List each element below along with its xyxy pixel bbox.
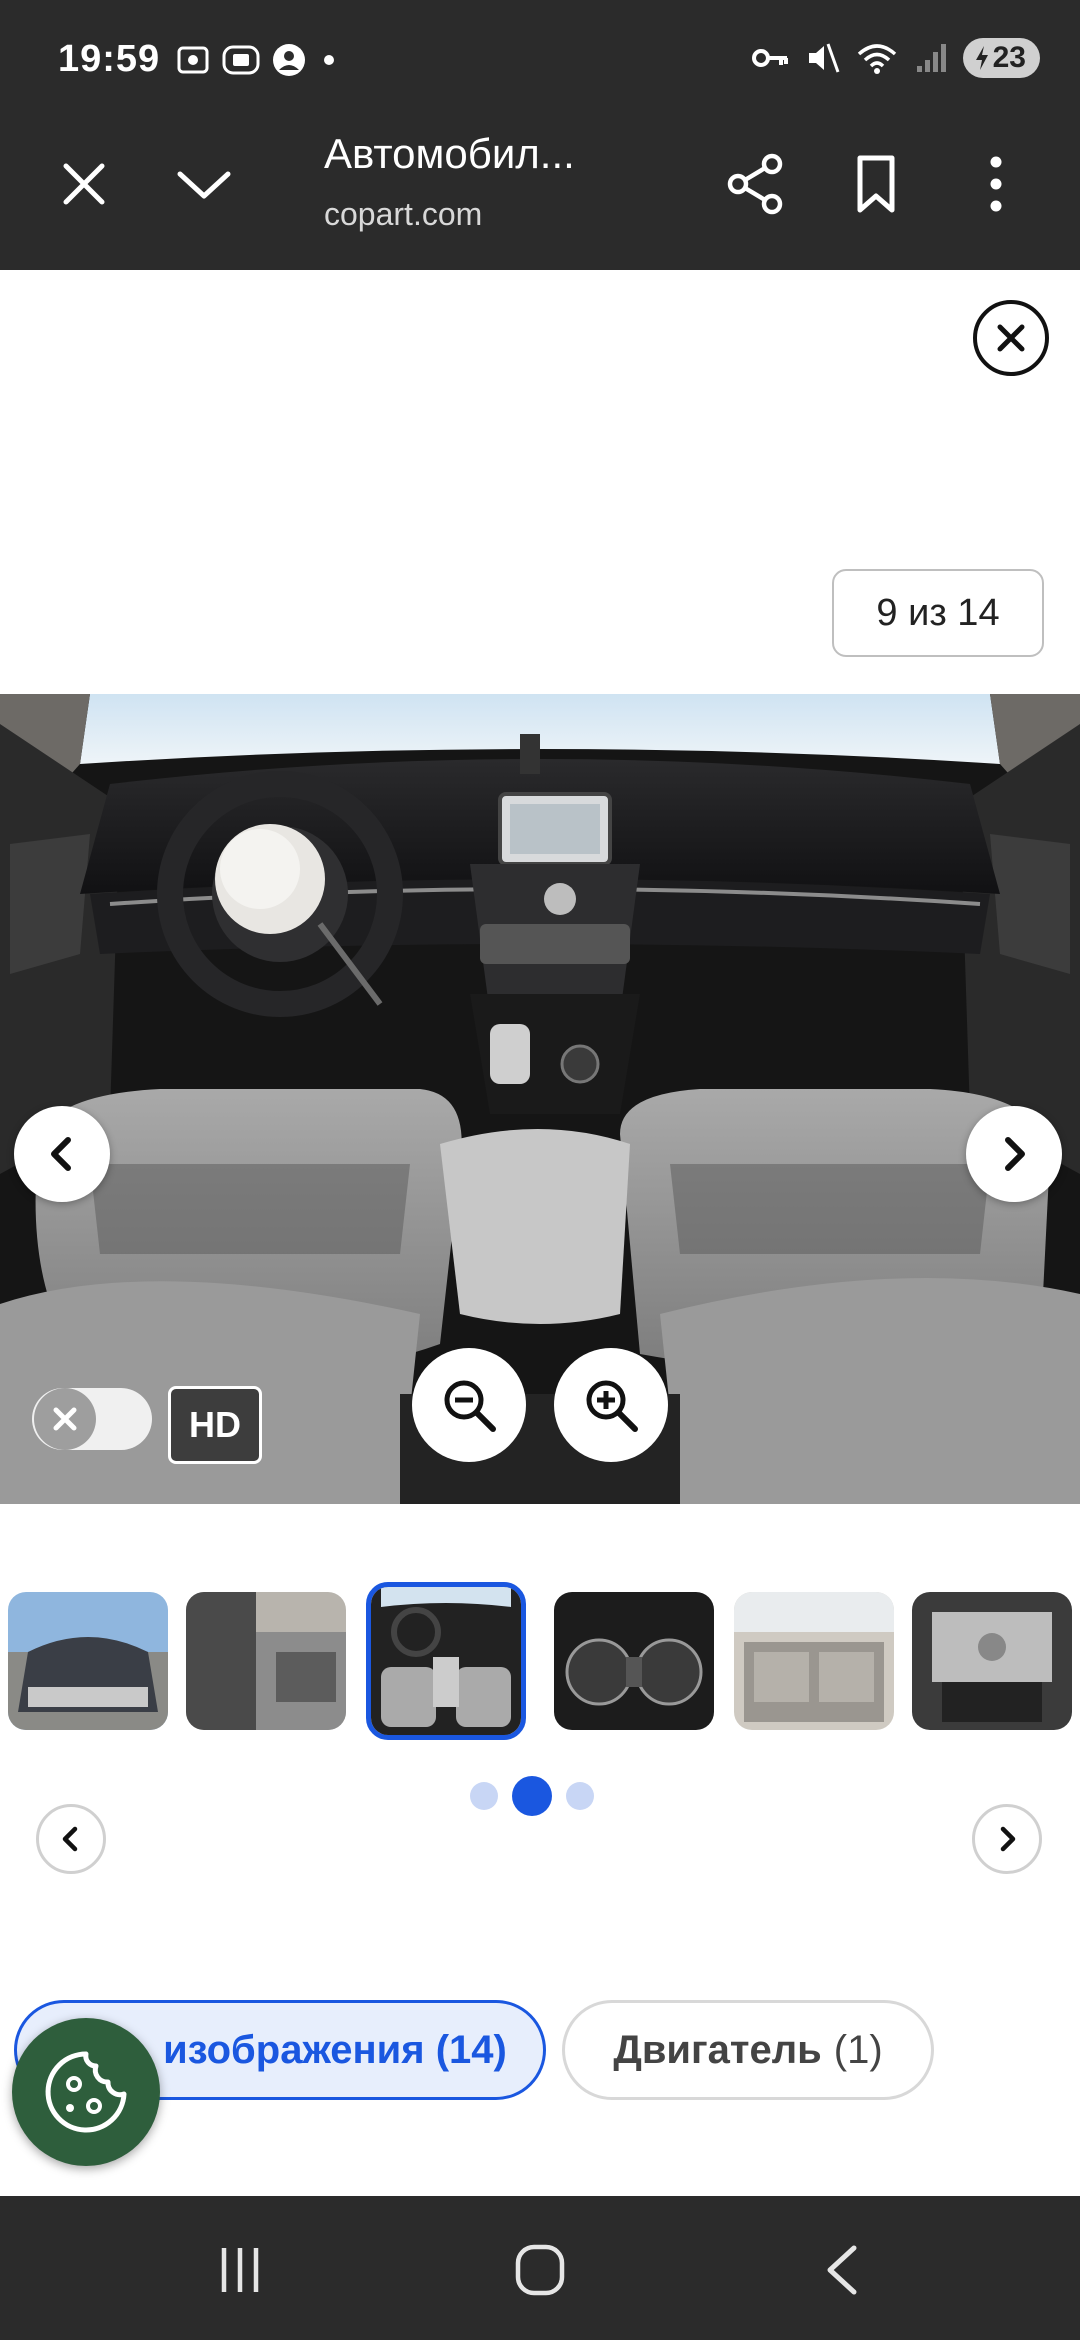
car-interior-thumbnail (371, 1587, 521, 1735)
car-front-thumbnail (8, 1592, 168, 1730)
tab-images-label: изображения (14) (163, 2027, 507, 2072)
close-tab-button[interactable] (46, 146, 122, 222)
status-icons-right: 23 (751, 38, 1040, 78)
zoom-out-button[interactable] (412, 1348, 526, 1462)
share-button[interactable] (718, 146, 794, 222)
zoom-in-icon (586, 1380, 638, 1432)
cookie-settings-button[interactable] (12, 2018, 160, 2166)
hd-toggle[interactable] (32, 1388, 152, 1450)
status-time: 19:59 (58, 38, 161, 80)
zoom-in-button[interactable] (554, 1348, 668, 1462)
chevron-left-icon (62, 1826, 78, 1852)
battery-charging-icon (975, 46, 988, 70)
status-icons-left (175, 42, 341, 78)
key-icon (751, 49, 788, 67)
pagination-dot-active[interactable] (512, 1776, 552, 1816)
thumbnail[interactable] (8, 1592, 168, 1730)
recent-apps-icon (221, 2248, 259, 2292)
screenshot-icon (177, 46, 209, 74)
mute-icon (808, 43, 840, 73)
home-button[interactable] (500, 2240, 580, 2300)
thumbnail[interactable] (554, 1592, 714, 1730)
pagination-dots (470, 1776, 594, 1816)
chevron-right-icon (1000, 1826, 1016, 1852)
thumbnail[interactable] (912, 1592, 1072, 1730)
chevron-right-icon (1005, 1137, 1025, 1171)
tab-engine[interactable]: Двигатель (1) (562, 2000, 934, 2100)
next-image-button[interactable] (966, 1106, 1062, 1202)
page-title[interactable]: Автомобил... (324, 130, 575, 178)
thumbnail[interactable] (734, 1592, 894, 1730)
close-icon (63, 163, 105, 205)
tab-engine-count: (1) (833, 2027, 883, 2072)
status-bar: 19:59 23 (0, 0, 1080, 122)
previous-image-button[interactable] (14, 1106, 110, 1202)
gauges-thumbnail (554, 1592, 714, 1730)
main-photo[interactable] (0, 694, 1080, 1504)
close-gallery-button[interactable] (973, 300, 1049, 376)
wifi-icon (857, 44, 896, 74)
cast-icon (222, 45, 260, 75)
toggle-knob (34, 1388, 96, 1450)
car-interior-image (0, 694, 1080, 1504)
battery-indicator: 23 (962, 38, 1040, 78)
chevron-down-icon (177, 171, 231, 199)
recent-apps-button[interactable] (200, 2240, 280, 2300)
thumbnail-strip (8, 1582, 1080, 1742)
hd-label[interactable]: HD (168, 1386, 262, 1464)
zoom-out-icon (444, 1380, 496, 1432)
more-options-button[interactable] (958, 146, 1034, 222)
engine-thumbnail (912, 1592, 1072, 1730)
back-button[interactable] (804, 2240, 884, 2300)
pagination-dot[interactable] (470, 1782, 498, 1810)
home-icon (515, 2244, 565, 2296)
thumbnails-next-button[interactable] (972, 1804, 1042, 1874)
back-icon (827, 2245, 857, 2295)
thumbnails-prev-button[interactable] (36, 1804, 106, 1874)
car-door-thumbnail (186, 1592, 346, 1730)
account-icon (273, 44, 305, 76)
signal-icon (916, 44, 946, 72)
thumbnail[interactable] (186, 1592, 346, 1730)
pagination-dot[interactable] (566, 1782, 594, 1810)
page-domain[interactable]: copart.com (324, 196, 482, 233)
thumbnail-active[interactable] (366, 1582, 526, 1740)
tab-engine-label: Двигатель (613, 2027, 822, 2072)
image-counter: 9 из 14 (832, 569, 1044, 657)
rear-seats-thumbnail (734, 1592, 894, 1730)
share-icon (727, 153, 783, 215)
more-vert-icon (990, 156, 1002, 212)
cookie-icon (45, 2051, 127, 2133)
bookmark-icon (857, 155, 895, 213)
close-icon (53, 1407, 77, 1431)
close-icon (997, 324, 1025, 352)
minimize-button[interactable] (166, 146, 242, 222)
battery-level: 23 (992, 41, 1026, 74)
chevron-left-icon (51, 1137, 71, 1171)
bookmark-button[interactable] (838, 146, 914, 222)
dot-icon (324, 55, 334, 65)
